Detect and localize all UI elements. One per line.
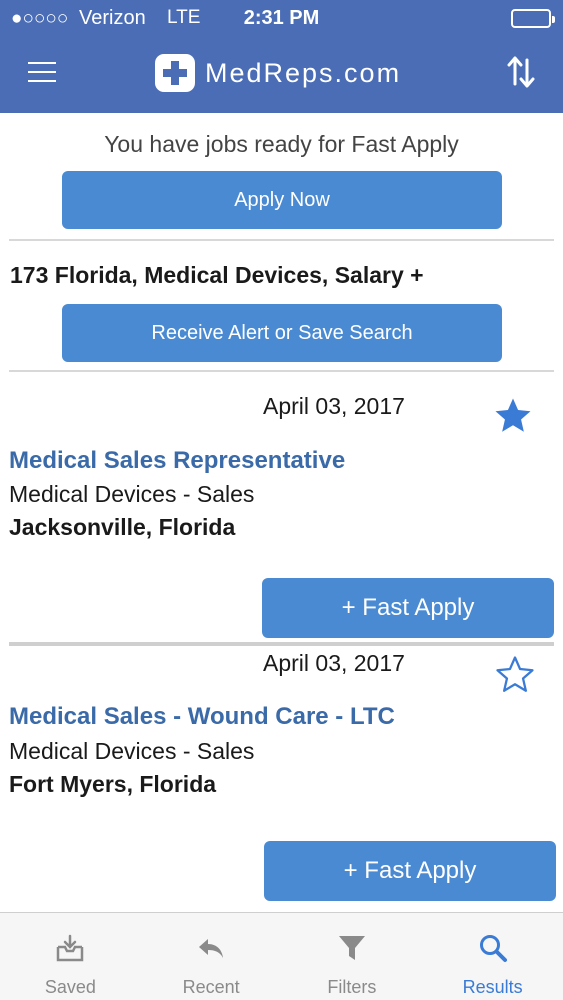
status-bar: ●○○○○ Verizon LTE 2:31 PM <box>0 0 563 36</box>
job-category: Medical Devices - Sales <box>9 481 255 507</box>
fast-apply-button[interactable]: + Fast Apply <box>264 841 556 901</box>
apply-now-button[interactable]: Apply Now <box>62 171 502 229</box>
back-arrow-icon <box>199 939 224 958</box>
tab-results[interactable]: Results <box>422 913 563 1000</box>
battery-icon <box>511 9 555 28</box>
menu-line <box>28 62 56 64</box>
job-date: April 03, 2017 <box>263 650 405 676</box>
fast-apply-button[interactable]: + Fast Apply <box>262 578 554 638</box>
job-title[interactable]: Medical Sales Representative <box>9 447 345 475</box>
tab-filters[interactable]: Filters <box>282 913 423 1000</box>
tab-label: Results <box>462 977 523 997</box>
job-location: Fort Myers, Florida <box>9 771 217 797</box>
job-card[interactable]: April 03, 2017 Medical Sales - Wound Car… <box>0 646 563 912</box>
menu-line <box>28 71 56 73</box>
tab-label: Recent <box>182 977 240 997</box>
app-header: ●○○○○ Verizon LTE 2:31 PM MedReps.com <box>0 0 563 113</box>
search-icon <box>479 935 507 962</box>
funnel-icon <box>338 936 365 960</box>
tab-saved[interactable]: Saved <box>0 913 141 1000</box>
job-location: Jacksonville, Florida <box>9 514 236 540</box>
save-search-button[interactable]: Receive Alert or Save Search <box>62 304 502 362</box>
tab-label: Saved <box>44 977 96 997</box>
job-card[interactable]: April 03, 2017 Medical Sales Representat… <box>0 371 563 643</box>
sort-arrows-svg <box>507 56 535 88</box>
sort-arrows-icon[interactable] <box>507 56 535 88</box>
job-title[interactable]: Medical Sales - Wound Care - LTC <box>9 703 395 731</box>
search-summary: 173 Florida, Medical Devices, Salary + <box>10 262 424 288</box>
saved-tray-icon <box>57 934 84 962</box>
divider <box>9 239 554 241</box>
status-time: 2:31 PM <box>243 7 320 29</box>
hamburger-menu-icon[interactable] <box>28 62 56 84</box>
menu-line <box>28 80 56 82</box>
medical-cross-icon <box>155 54 195 92</box>
star-filled-icon[interactable] <box>492 395 534 437</box>
tab-recent[interactable]: Recent <box>141 913 282 1000</box>
brand-logo[interactable]: MedReps.com <box>155 53 401 93</box>
star-svg <box>495 398 531 432</box>
bottom-tab-bar: Saved Recent Filters Results <box>0 912 563 1000</box>
star-outline-icon[interactable] <box>494 654 536 696</box>
star-svg <box>496 656 534 692</box>
brand-name: MedReps.com <box>205 57 402 88</box>
job-date: April 03, 2017 <box>263 393 405 419</box>
job-category: Medical Devices - Sales <box>9 738 255 764</box>
fast-apply-promo-text: You have jobs ready for Fast Apply <box>104 131 459 157</box>
tab-label: Filters <box>327 977 377 997</box>
